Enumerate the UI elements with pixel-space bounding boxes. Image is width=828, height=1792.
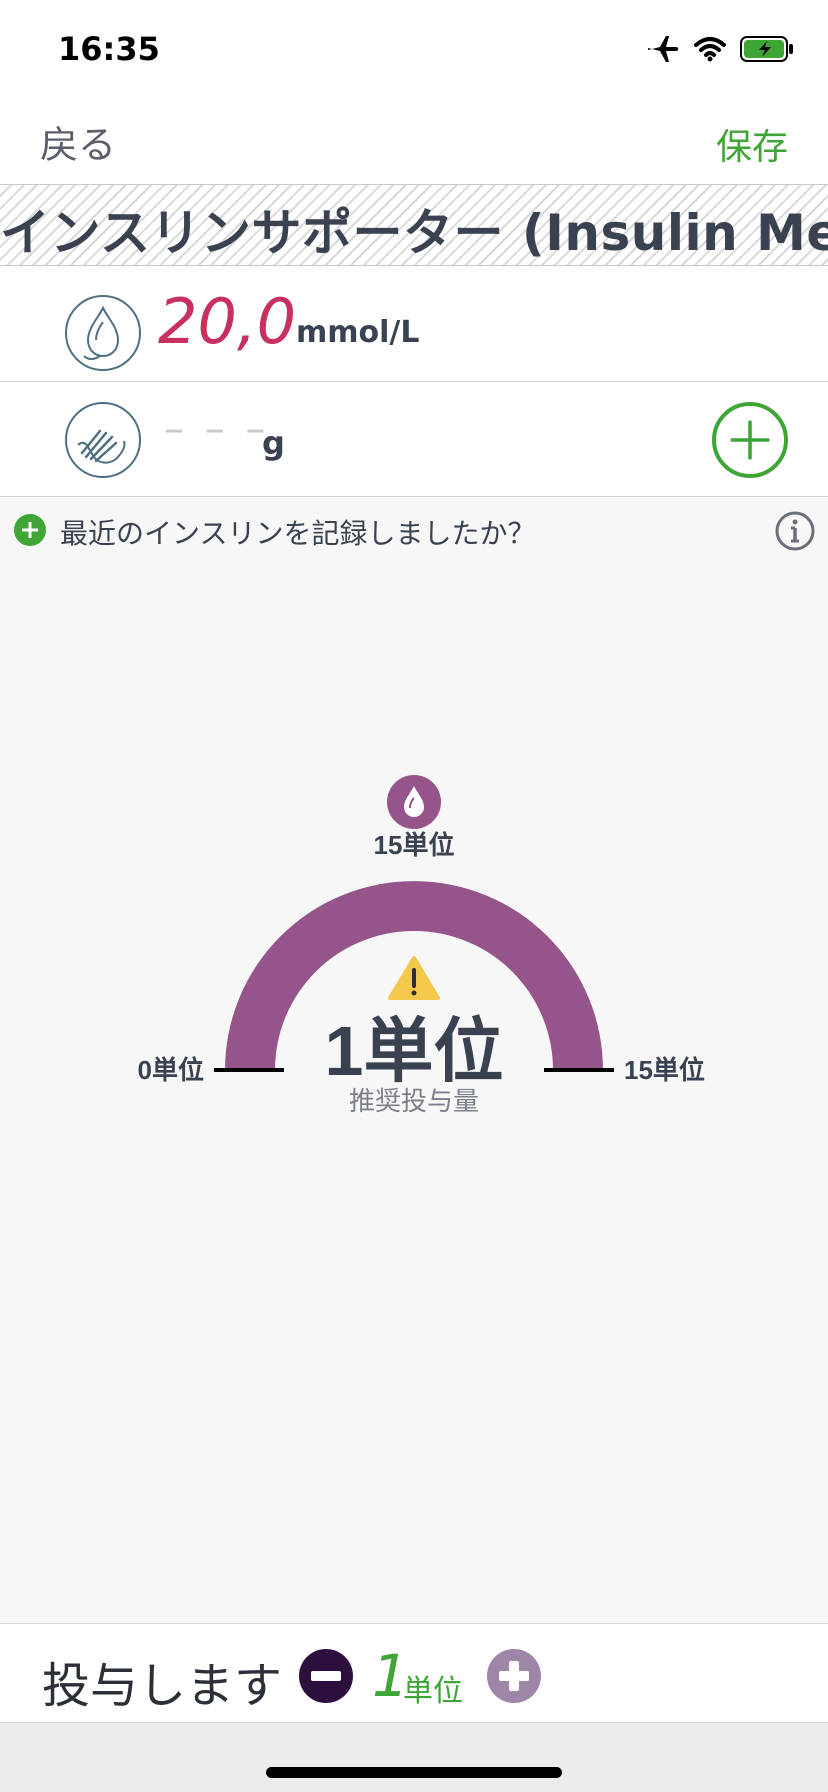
add-carbs-button[interactable]: [712, 402, 788, 478]
save-button[interactable]: 保存: [716, 118, 788, 170]
airplane-icon: [648, 36, 679, 62]
glucose-value: 20,0: [158, 285, 297, 358]
carbs-unit: g: [262, 424, 285, 462]
blood-drop-icon: [65, 295, 141, 371]
battery-icon: [740, 36, 793, 62]
gauge-max-label: 15単位: [374, 830, 455, 860]
dose-bar: 投与します 1 単位: [0, 1623, 828, 1723]
recommended-dose-caption: 推奨投与量: [349, 1086, 479, 1116]
glucose-unit: mmol/L: [296, 315, 420, 350]
gauge-min-label: 0単位: [138, 1055, 204, 1085]
recent-insulin-row: 最近のインスリンを記録しましたか？: [0, 498, 828, 558]
app-title-banner: インスリンサポーター (Insulin Men: [0, 184, 828, 266]
gauge-right-label: 15単位: [624, 1055, 705, 1085]
hand-icon: [65, 402, 141, 478]
glucose-row[interactable]: 20,0 mmol/L: [0, 267, 828, 382]
decrease-dose-button[interactable]: [298, 1648, 354, 1704]
back-button[interactable]: 戻る: [40, 114, 116, 169]
wifi-icon: [694, 37, 726, 62]
status-icons: [646, 34, 794, 64]
dose-gauge: 15単位 0単位 15単位 1単位 推奨投与量: [138, 775, 705, 1116]
increase-dose-button[interactable]: [486, 1648, 542, 1704]
status-time: 16:35: [58, 30, 160, 68]
dose-label: 投与します: [42, 1658, 283, 1714]
dose-unit: 単位: [403, 1674, 463, 1709]
status-bar: 16:35: [0, 0, 828, 100]
home-indicator[interactable]: [266, 1767, 562, 1778]
carbs-value: – – –: [164, 406, 270, 452]
recent-insulin-prompt[interactable]: 最近のインスリンを記録しましたか？: [60, 512, 535, 552]
home-area: [0, 1723, 828, 1792]
carbs-row[interactable]: – – – g: [0, 382, 828, 497]
warning-icon: [388, 956, 440, 1000]
recommended-dose-value: 1単位: [325, 1012, 504, 1090]
nav-bar: 戻る 保存: [0, 100, 828, 184]
plus-circle-icon[interactable]: [14, 514, 46, 546]
banner-title: インスリンサポーター (Insulin Men: [0, 204, 828, 262]
info-icon[interactable]: [774, 510, 816, 552]
main-area: 最近のインスリンを記録しましたか？ 15単位 0単位 15単位 1単位 推奨投与…: [0, 498, 828, 1623]
